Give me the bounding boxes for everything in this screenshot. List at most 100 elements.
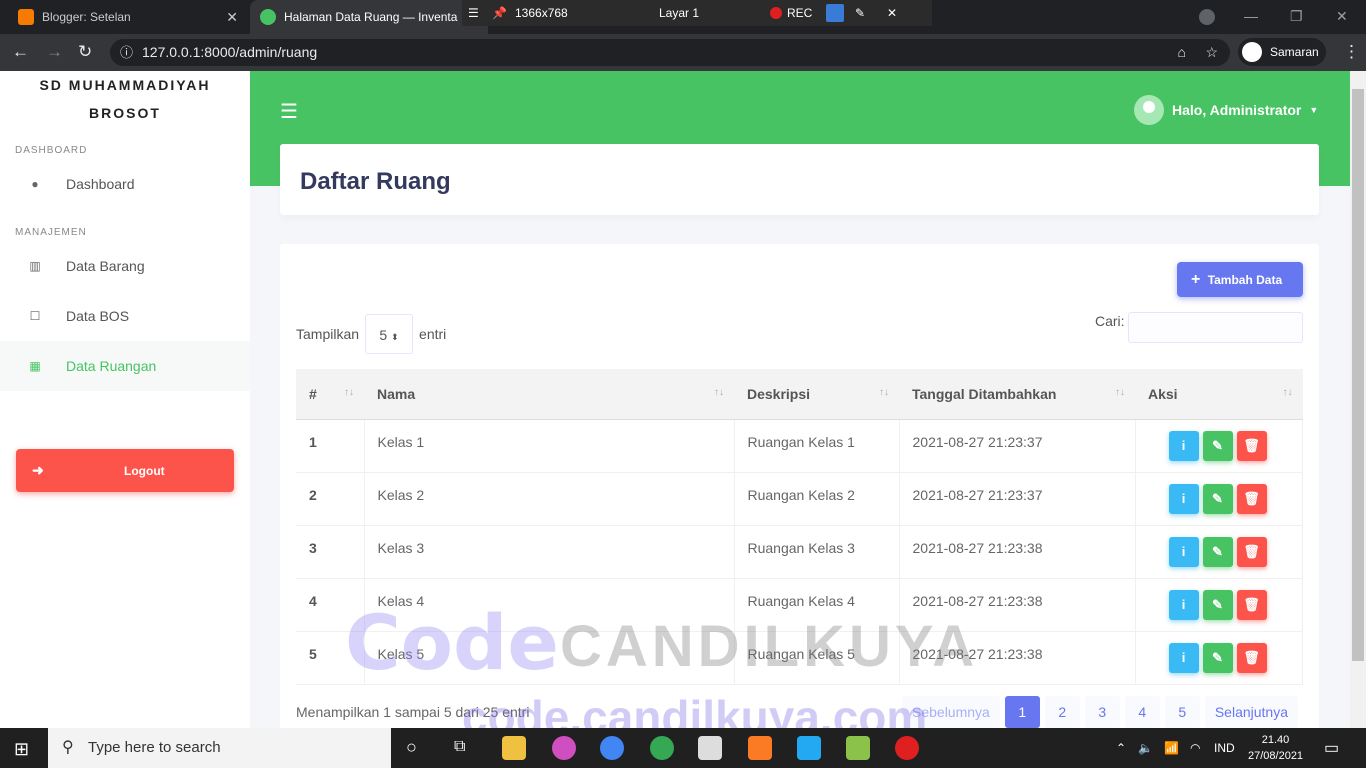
delete-button[interactable]: 🗑 [1236,536,1267,567]
recorder-layer[interactable]: Layar 1 [659,6,699,20]
profile-menu-icon[interactable] [1199,9,1215,25]
star-icon[interactable]: ☆ [1205,39,1218,66]
browser-menu-icon[interactable]: ⋮ [1343,42,1360,62]
edit-button[interactable]: ✎ [1202,642,1233,673]
windows-start-icon[interactable]: ⊞ [14,739,29,760]
edit-button[interactable]: ✎ [1202,589,1233,620]
info-button[interactable]: i [1168,589,1199,620]
wifi-icon[interactable]: ◠ [1190,741,1200,755]
menu-icon[interactable]: ☰ [468,6,479,20]
cortana-icon[interactable]: ○ [406,737,417,758]
record-dot-icon [770,7,782,19]
camera-icon[interactable] [826,4,844,22]
column-header-nama[interactable]: Nama ↑↓ [364,369,734,420]
chevron-up-icon[interactable]: ⌃ [1116,741,1126,755]
search-icon: ⚲ [62,739,74,756]
pagination-page[interactable]: 3 [1084,696,1120,728]
column-header-number[interactable]: # ↑↓ [296,369,364,420]
recorder-app-icon[interactable] [895,736,919,760]
blogger-icon [18,9,34,25]
network-icon[interactable]: 📶 [1164,741,1179,755]
maximize-icon[interactable]: ❐ [1290,8,1303,25]
back-icon[interactable]: ← [12,42,29,62]
pagination-next[interactable]: Selanjutnya [1204,696,1298,728]
sidebar-item-dashboard[interactable]: ● Dashboard [0,159,250,209]
pagination-page[interactable]: 5 [1164,696,1200,728]
delete-button[interactable]: 🗑 [1236,642,1267,673]
logout-button[interactable]: ➜ Logout [16,449,234,492]
paint-icon[interactable] [552,736,576,760]
page-size-select[interactable]: 5 ⬍ [365,314,414,354]
sidebar-item-label: Data BOS [66,308,130,324]
clock[interactable]: 21.40 27/08/2021 [1248,732,1303,764]
file-explorer-icon[interactable] [502,736,526,760]
info-button[interactable]: i [1168,430,1199,461]
delete-button[interactable]: 🗑 [1236,430,1267,461]
info-button[interactable]: i [1168,483,1199,514]
delete-button[interactable]: 🗑 [1236,483,1267,514]
hamburger-menu-icon[interactable]: ☰ [280,99,298,124]
7zip-icon[interactable] [698,736,722,760]
add-data-label: Tambah Data [1207,273,1283,287]
info-icon[interactable]: ⓘ [120,39,133,66]
pen-icon[interactable]: ✎ [855,6,865,20]
logout-label: Logout [124,464,165,478]
delete-button[interactable]: 🗑 [1236,589,1267,620]
taskbar-search[interactable]: ⚲ Type here to search [48,728,391,768]
search-input[interactable] [1128,312,1303,343]
reload-icon[interactable]: ↻ [78,42,92,62]
incognito-profile-button[interactable]: Samaran [1238,38,1326,66]
translate-icon[interactable]: ⌂ [1178,39,1186,66]
volume-icon[interactable]: 🔈 [1138,741,1153,755]
sidebar: SD MUHAMMADIYAH BROSOT DASHBOARD ● Dashb… [0,71,250,728]
profile-label: Samaran [1270,45,1319,59]
watermark-code: Code [345,598,559,687]
close-tab-icon[interactable]: ✕ [226,9,238,26]
column-header-aksi[interactable]: Aksi ↑↓ [1135,369,1303,420]
scrollbar-thumb[interactable] [1352,89,1364,661]
pagination-page[interactable]: 4 [1124,696,1160,728]
chrome-incognito-icon[interactable] [650,736,674,760]
vscode-icon[interactable] [797,736,821,760]
brand-line1: SD MUHAMMADIYAH [39,77,211,93]
info-button[interactable]: i [1168,536,1199,567]
brand-line2: BROSOT [89,105,161,121]
column-header-deskripsi[interactable]: Deskripsi ↑↓ [734,369,899,420]
user-greeting: Halo, Administrator [1172,102,1302,118]
close-window-icon[interactable]: ✕ [1336,8,1348,25]
user-dropdown[interactable]: Halo, Administrator ▼ [1134,95,1318,125]
sidebar-item-data-ruangan[interactable]: ▦ Data Ruangan [0,341,250,391]
app-icon[interactable] [846,736,870,760]
sidebar-item-data-barang[interactable]: ▥ Data Barang [0,241,250,291]
header-label: Tanggal Ditambahkan [912,385,1057,402]
language-indicator[interactable]: IND [1214,741,1235,755]
pagination-page[interactable]: 1 [1004,696,1040,728]
notification-icon[interactable]: ▭ [1324,738,1339,758]
chrome-icon[interactable] [600,736,624,760]
forward-icon[interactable]: → [46,42,63,62]
pin-icon[interactable]: 📌 [492,6,507,20]
table-row: 3 Kelas 3 Ruangan Kelas 3 2021-08-27 21:… [296,525,1303,579]
tab-blogger[interactable]: Blogger: Setelan ✕ [8,0,248,34]
edit-button[interactable]: ✎ [1202,483,1233,514]
task-view-icon[interactable]: ⧉ [454,738,465,756]
edit-button[interactable]: ✎ [1202,536,1233,567]
close-recorder-icon[interactable]: ✕ [887,6,897,20]
url-field[interactable]: ⓘ 127.0.0.1:8000/admin/ruang ⌂ ☆ [110,39,1230,66]
tab-data-ruang[interactable]: Halaman Data Ruang — Inventa [250,0,488,34]
edit-button[interactable]: ✎ [1202,430,1233,461]
cell-number: 1 [296,419,365,473]
rec-label[interactable]: REC [787,6,812,20]
column-header-tanggal[interactable]: Tanggal Ditambahkan ↑↓ [899,369,1135,420]
info-button[interactable]: i [1168,642,1199,673]
minimize-icon[interactable]: — [1244,8,1258,24]
pagination-page[interactable]: 2 [1044,696,1080,728]
xampp-icon[interactable] [748,736,772,760]
sidebar-item-data-bos[interactable]: ☐ Data BOS [0,291,250,341]
watermark-candilkuya: CANDILKUYA [560,614,979,679]
url-text: 127.0.0.1:8000/admin/ruang [142,44,318,60]
cell-tanggal: 2021-08-27 21:23:37 [899,419,1136,473]
add-data-button[interactable]: + Tambah Data [1177,262,1303,297]
page-scrollbar[interactable] [1350,71,1366,728]
show-label: Tampilkan [296,326,360,342]
